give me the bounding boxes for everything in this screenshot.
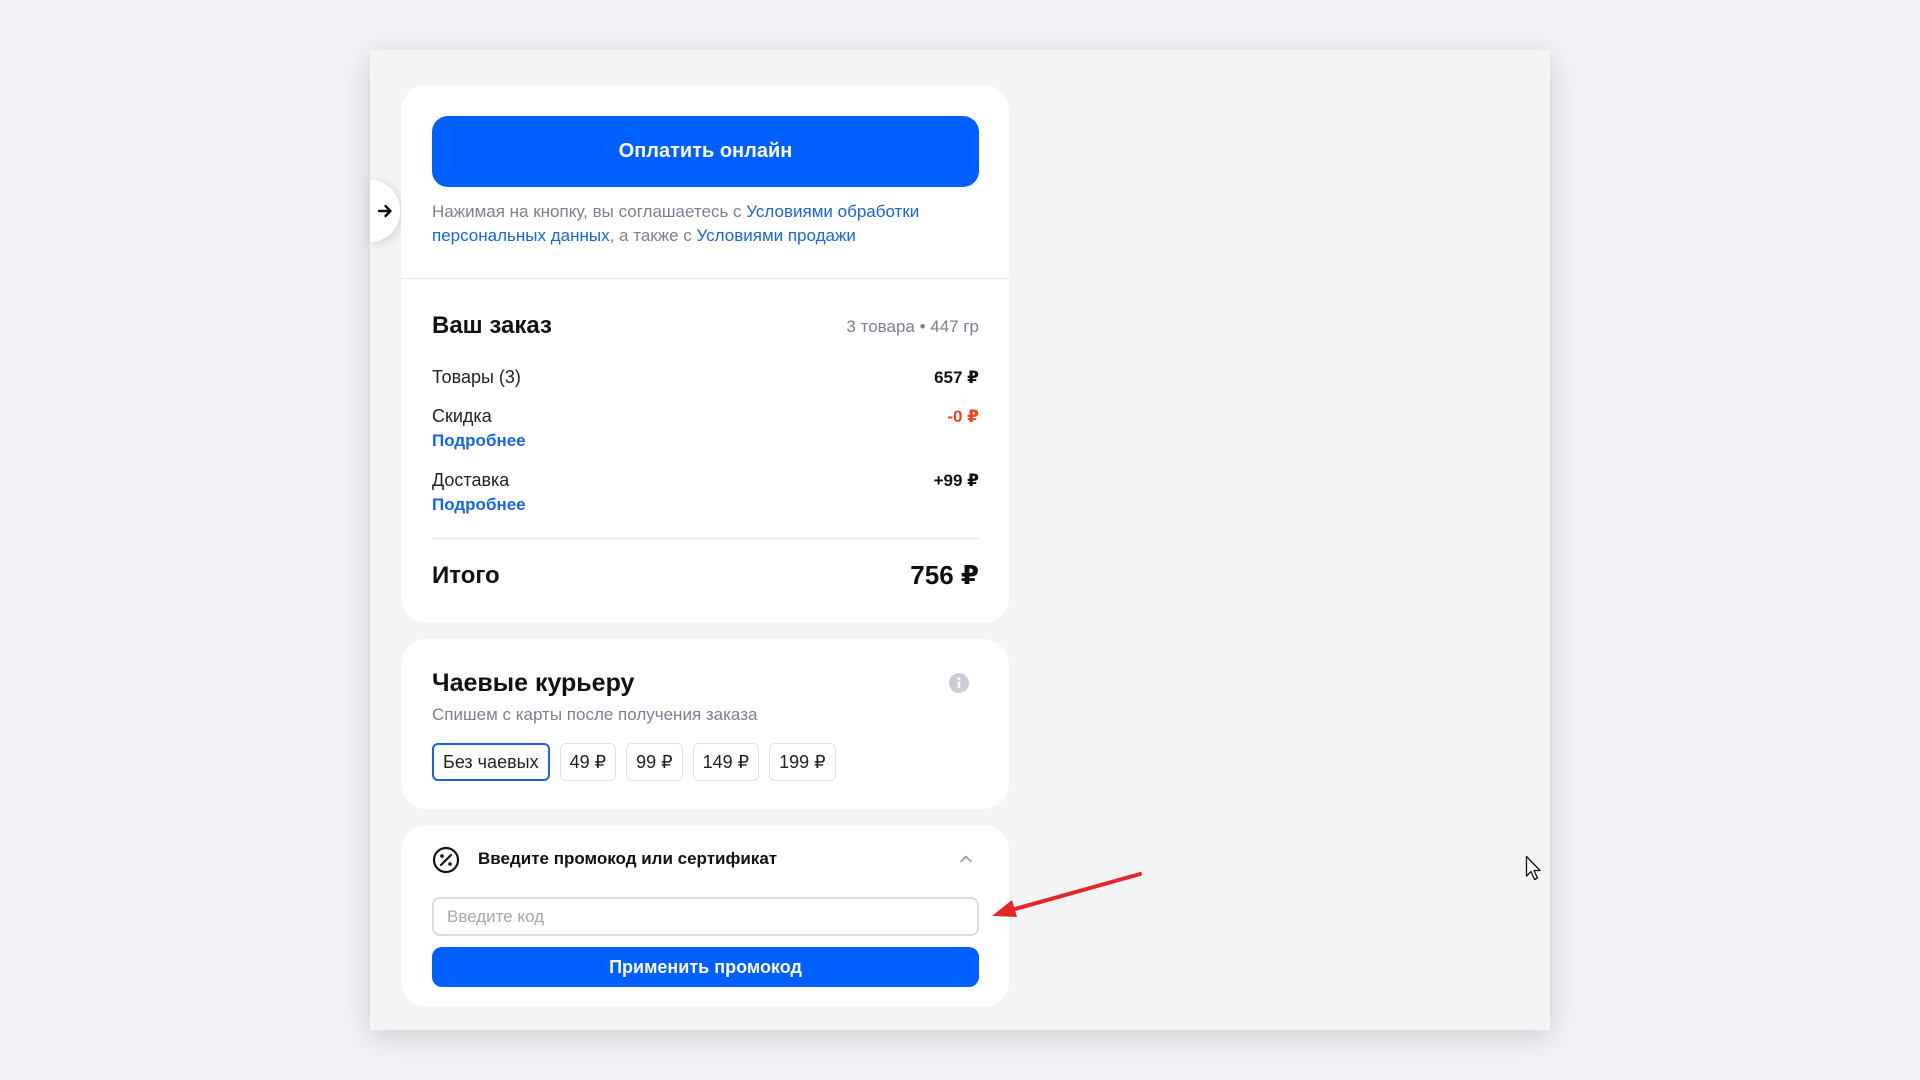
courier-tips-card: Чаевые курьеру Спишем с карты после полу… (401, 639, 1009, 809)
agreement-middle: , а также с (609, 226, 697, 245)
percent-badge-icon (432, 846, 460, 874)
divider (432, 538, 979, 539)
annotation-arrow (992, 872, 1142, 917)
info-icon[interactable] (949, 673, 969, 693)
tip-options: Без чаевых 49 ₽ 99 ₽ 149 ₽ 199 ₽ (432, 743, 836, 781)
divider (401, 278, 1009, 279)
delivery-value: +99 ₽ (933, 471, 979, 490)
mouse-pointer-icon (1525, 855, 1541, 881)
tip-option-149[interactable]: 149 ₽ (692, 743, 760, 781)
tip-option-99[interactable]: 99 ₽ (626, 743, 683, 781)
items-label: Товары (3) (432, 367, 521, 387)
sale-terms-link[interactable]: Условиями продажи (696, 226, 855, 245)
total-value: 756 ₽ (910, 560, 979, 590)
apply-promo-button[interactable]: Применить промокод (432, 947, 979, 987)
promo-code-card: Введите промокод или сертификат Применит… (401, 825, 1009, 1007)
chevron-up-icon[interactable] (958, 851, 974, 867)
tip-option-49[interactable]: 49 ₽ (559, 743, 617, 781)
discount-label: Скидка (432, 406, 492, 426)
arrow-right-icon (377, 204, 392, 218)
pay-online-button[interactable]: Оплатить онлайн (432, 116, 979, 187)
delivery-label: Доставка (432, 470, 510, 490)
tips-title: Чаевые курьеру (432, 669, 635, 697)
order-meta: 3 товара • 447 гр (846, 317, 979, 336)
agreement-text: Нажимая на кнопку, вы соглашаетесь с Усл… (432, 200, 992, 248)
order-title: Ваш заказ (432, 312, 552, 339)
agreement-prefix: Нажимая на кнопку, вы соглашаетесь с (432, 202, 747, 221)
delivery-details-link[interactable]: Подробнее (432, 495, 526, 515)
promo-code-input[interactable] (432, 897, 979, 936)
tip-option-none[interactable]: Без чаевых (432, 743, 550, 781)
discount-value: -0 ₽ (947, 407, 979, 426)
tips-subtitle: Спишем с карты после получения заказа (432, 705, 758, 724)
promo-title: Введите промокод или сертификат (478, 849, 778, 868)
items-value: 657 ₽ (934, 368, 979, 387)
discount-details-link[interactable]: Подробнее (432, 431, 526, 451)
order-summary-card: Оплатить онлайн Нажимая на кнопку, вы со… (401, 85, 1009, 623)
total-label: Итого (432, 562, 500, 589)
tip-option-199[interactable]: 199 ₽ (769, 743, 836, 781)
